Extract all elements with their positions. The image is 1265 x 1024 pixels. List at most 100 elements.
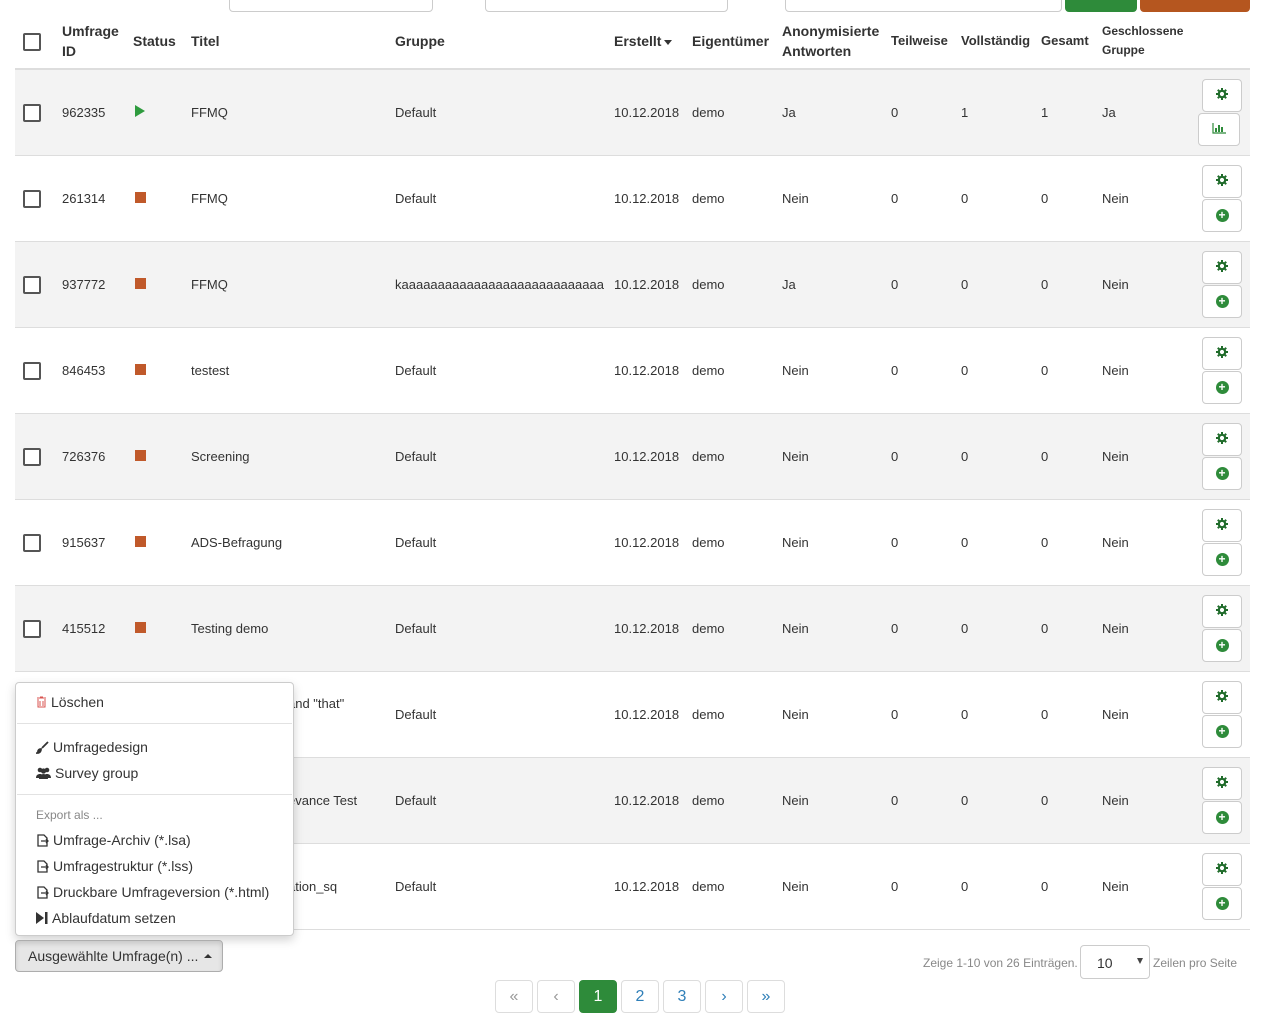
file-export-icon [37,833,49,847]
survey-closed-group: Nein [1098,843,1196,930]
survey-status [129,155,187,242]
statistics-button[interactable] [1198,113,1240,146]
group-filter-select[interactable] [785,0,1062,12]
table-row[interactable]: 937772 FFMQ kaaaaaaaaaaaaaaaaaaaaaaaaaaaa 1… [15,241,1250,328]
col-group[interactable]: Gruppe [391,14,610,70]
settings-button[interactable] [1202,165,1242,198]
survey-group: Default [391,843,610,930]
add-button[interactable]: + [1202,543,1242,576]
state-filter-select[interactable] [485,0,728,12]
search-input[interactable] [229,0,433,12]
survey-title[interactable]: FFMQ [187,69,391,156]
settings-button[interactable] [1202,767,1242,800]
settings-button[interactable] [1202,681,1242,714]
row-checkbox[interactable] [23,619,41,638]
reset-button[interactable] [1140,0,1250,12]
col-full[interactable]: Vollständig [957,14,1037,70]
col-total[interactable]: Gesamt [1037,14,1098,70]
page-2[interactable]: 2 [621,980,659,1013]
table-row[interactable]: 261314 FFMQ Default 10.12.2018 demo Nein 0 0 0 Ne… [15,155,1250,242]
table-row[interactable]: 726376 Screening Default 10.12.2018 demo Nein… [15,413,1250,500]
add-button[interactable]: + [1202,285,1242,318]
settings-button[interactable] [1202,79,1242,112]
menu-delete[interactable]: Löschen [36,692,104,712]
select-all-checkbox[interactable] [23,33,41,52]
survey-created: 10.12.2018 [610,671,688,758]
survey-title[interactable]: Testing demo [187,585,391,672]
table-row[interactable]: 415512 Testing demo Default 10.12.2018 demo N… [15,585,1250,672]
gear-icon [1216,776,1228,791]
col-partial[interactable]: Teilweise [887,14,957,70]
menu-export-printable[interactable]: Druckbare Umfrageversion (*.html) [36,882,269,902]
table-row[interactable]: 846453 testest Default 10.12.2018 demo Nein 0 0… [15,327,1250,414]
menu-export-structure[interactable]: Umfragestruktur (*.lss) [36,856,193,876]
survey-full: 0 [957,155,1037,242]
users-icon [36,767,51,779]
settings-button[interactable] [1202,337,1242,370]
col-created-label: Erstellt [614,33,662,49]
row-checkbox[interactable] [23,361,41,380]
col-title[interactable]: Titel [187,14,391,70]
row-actions: + [1196,757,1250,844]
add-button[interactable]: + [1202,801,1242,834]
brush-icon [36,740,49,754]
menu-export-archive[interactable]: Umfrage-Archiv (*.lsa) [36,830,191,850]
survey-id: 915637 [58,499,129,586]
row-checkbox[interactable] [23,103,41,122]
menu-export-printable-label: Druckbare Umfrageversion (*.html) [53,884,270,900]
table-row[interactable]: 915637 ADS-Befragung Default 10.12.2018 demo… [15,499,1250,586]
page-first[interactable]: « [495,980,533,1013]
survey-closed-group: Nein [1098,757,1196,844]
row-checkbox[interactable] [23,533,41,552]
survey-partial: 0 [887,671,957,758]
search-button[interactable] [1065,0,1137,12]
settings-button[interactable] [1202,423,1242,456]
row-checkbox[interactable] [23,275,41,294]
survey-title[interactable]: FFMQ [187,241,391,328]
survey-title[interactable]: Screening [187,413,391,500]
gear-icon [1216,174,1228,189]
survey-group: Default [391,757,610,844]
table-row[interactable]: 962335 FFMQ Default 10.12.2018 demo Ja 0 1 1 Ja [15,69,1250,156]
row-checkbox[interactable] [23,447,41,466]
survey-title[interactable]: FFMQ [187,155,391,242]
survey-closed-group: Nein [1098,327,1196,414]
survey-full: 0 [957,241,1037,328]
settings-button[interactable] [1202,853,1242,886]
settings-button[interactable] [1202,509,1242,542]
page-3[interactable]: 3 [663,980,701,1013]
settings-button[interactable] [1202,251,1242,284]
col-closed-group[interactable]: Geschlossene Gruppe [1098,14,1196,70]
col-created[interactable]: Erstellt [610,14,688,70]
row-checkbox[interactable] [23,189,41,208]
add-button[interactable]: + [1202,715,1242,748]
survey-anonymized: Nein [778,585,887,672]
menu-survey-group[interactable]: Survey group [36,763,138,783]
page-next[interactable]: › [705,980,743,1013]
survey-status [129,585,187,672]
add-button[interactable]: + [1202,371,1242,404]
page-last[interactable]: » [747,980,785,1013]
survey-anonymized: Nein [778,499,887,586]
col-anonymized[interactable]: Anonymisierte Antworten [778,14,887,70]
survey-partial: 0 [887,327,957,414]
add-button[interactable]: + [1202,887,1242,920]
settings-button[interactable] [1202,595,1242,628]
col-status[interactable]: Status [129,14,187,70]
col-owner[interactable]: Eigentümer [688,14,778,70]
bulk-actions-button[interactable]: Ausgewählte Umfrage(n) ... [15,940,223,972]
page-1[interactable]: 1 [579,980,617,1013]
survey-title[interactable]: testest [187,327,391,414]
survey-title[interactable]: ADS-Befragung [187,499,391,586]
col-survey-id[interactable]: Umfrage ID [58,14,129,70]
add-button[interactable]: + [1202,199,1242,232]
survey-created: 10.12.2018 [610,241,688,328]
add-button[interactable]: + [1202,457,1242,490]
page-prev[interactable]: ‹ [537,980,575,1013]
menu-expiry[interactable]: Ablaufdatum setzen [36,908,176,928]
add-button[interactable]: + [1202,629,1242,662]
page-size-select[interactable]: 10 [1080,945,1150,979]
menu-design[interactable]: Umfragedesign [36,737,148,757]
survey-status [129,241,187,328]
bulk-actions-menu: Löschen Umfragedesign Survey group Expor… [15,682,294,936]
